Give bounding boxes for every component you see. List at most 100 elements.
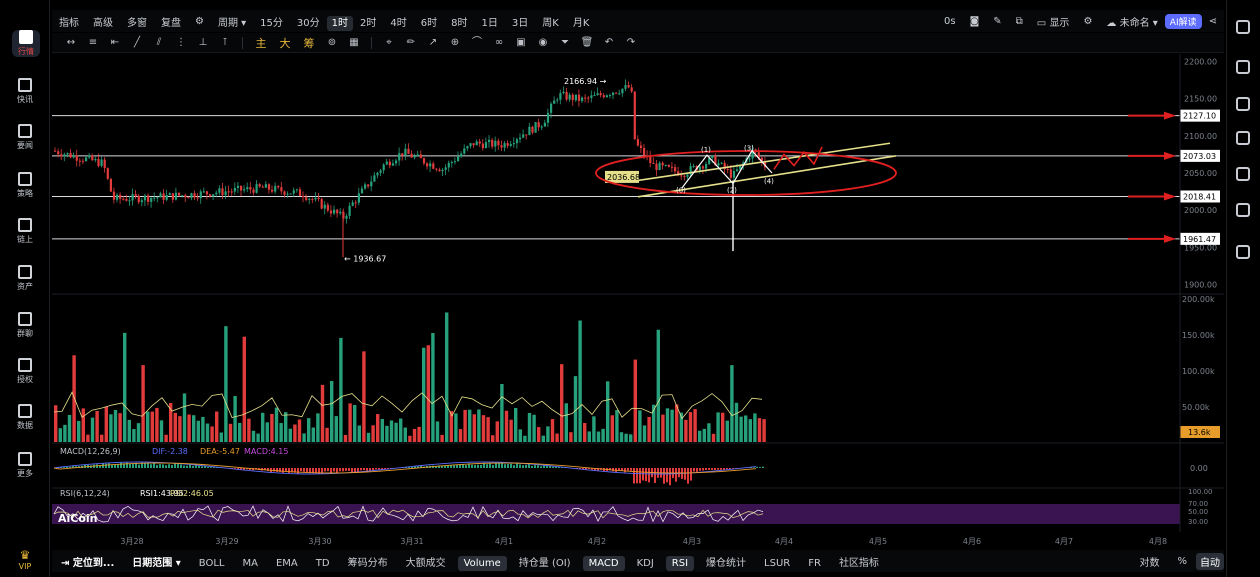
- sidebar-item-data[interactable]: 数据: [0, 404, 50, 431]
- indicator-tab-4[interactable]: 筹码分布: [339, 558, 397, 569]
- sidebar-item-more[interactable]: 更多: [0, 452, 50, 479]
- line-list-icon[interactable]: ≡: [82, 36, 104, 50]
- chart-toolbar: 指标 高级 多窗 复盘 ⚙ 周期 ▾ 15分 30分 1时 2时 4时 6时 8时 1日 3日周…: [52, 10, 1224, 32]
- locate-button[interactable]: ⇥ 定位到...: [52, 554, 123, 569]
- arrow-tool-icon[interactable]: ↗: [422, 36, 444, 50]
- candle-body: [596, 93, 599, 96]
- sidebar-item-news[interactable]: 要闻: [0, 124, 50, 151]
- indicator-tab-9[interactable]: KDJ: [628, 558, 663, 569]
- indicator-tab-0[interactable]: BOLL: [190, 558, 234, 569]
- candle-body: [587, 97, 590, 99]
- sidebar-item-strategy[interactable]: 策略: [0, 172, 50, 199]
- crosshair-icon[interactable]: ⌖: [378, 36, 400, 50]
- pattern-icon[interactable]: ∞: [488, 36, 510, 50]
- auto-scale-toggle[interactable]: 自动: [1196, 552, 1224, 570]
- indicator-tab-11[interactable]: 爆仓统计: [697, 558, 755, 569]
- measure-icon[interactable]: ⊥: [192, 36, 214, 50]
- volume-bar: [104, 406, 108, 442]
- indicator-tab-8[interactable]: MACD: [582, 555, 625, 571]
- display-button[interactable]: ▭ 显示: [1030, 14, 1077, 29]
- indicator-tab-10[interactable]: RSI: [665, 555, 695, 571]
- sidebar-item-wallet[interactable]: 资产: [0, 265, 50, 292]
- indicator-tab-5[interactable]: 大额成交: [397, 558, 455, 569]
- indicator-tab-12[interactable]: LSUR: [755, 558, 799, 569]
- interval-0[interactable]: 15分: [253, 18, 290, 29]
- calendar-icon[interactable]: ▦: [343, 36, 365, 50]
- candle-body: [100, 159, 103, 166]
- vip-button[interactable]: ♛ VIP: [0, 548, 50, 571]
- fib-icon[interactable]: ⋮: [170, 36, 192, 50]
- toolbar-advanced-button[interactable]: 高级: [86, 14, 120, 29]
- toolbar-multi-window-button[interactable]: 多窗: [120, 14, 154, 29]
- main-chart-toggle[interactable]: 主: [249, 35, 273, 51]
- sidebar-item-flash-news[interactable]: 快讯: [0, 78, 50, 105]
- candle-body: [385, 161, 388, 165]
- camera-icon[interactable]: ◙: [963, 16, 987, 27]
- interval-5[interactable]: 6时: [414, 18, 444, 29]
- macd-histogram-bar: [477, 464, 479, 468]
- percent-scale-toggle[interactable]: %: [1168, 556, 1196, 567]
- indicator-tab-2[interactable]: EMA: [267, 558, 307, 569]
- interval-1[interactable]: 30分: [290, 18, 327, 29]
- notes-icon[interactable]: [1236, 20, 1250, 34]
- swap-icon[interactable]: [1236, 245, 1250, 259]
- undo-icon[interactable]: ↶: [598, 36, 620, 50]
- interval-4[interactable]: 4时: [383, 18, 413, 29]
- indicator-tab-1[interactable]: MA: [234, 558, 267, 569]
- candle-body: [326, 204, 329, 211]
- redo-icon[interactable]: ↷: [620, 36, 642, 50]
- candle-body: [106, 168, 109, 179]
- toolbar-indicator-button[interactable]: 指标: [52, 14, 86, 29]
- interval-10[interactable]: 月K: [566, 18, 597, 29]
- image-icon[interactable]: ▣: [510, 36, 532, 50]
- ray-tool-icon[interactable]: ⇤: [104, 36, 126, 50]
- seconds-label[interactable]: 0s: [937, 16, 963, 27]
- filter-icon[interactable]: ⏷: [554, 36, 576, 50]
- indicator-tab-6[interactable]: Volume: [457, 555, 507, 571]
- price-chart[interactable]: 2200.002150.002100.002050.002000.001950.…: [52, 54, 1224, 549]
- sidebar-item-chat[interactable]: 群聊: [0, 312, 50, 339]
- toolbar-replay-button[interactable]: 复盘: [154, 14, 188, 29]
- alert-icon[interactable]: ⊚: [321, 36, 343, 50]
- pencil-icon[interactable]: ✏: [400, 36, 422, 50]
- indicator-tab-14[interactable]: 社区指标: [830, 558, 888, 569]
- interval-6[interactable]: 8时: [444, 18, 474, 29]
- layout-name-dropdown[interactable]: ☁ 未命名 ▾: [1099, 14, 1164, 29]
- layout-icon[interactable]: [1236, 60, 1250, 74]
- log-scale-toggle[interactable]: 对数: [1130, 554, 1168, 569]
- indicator-tab-13[interactable]: FR: [799, 558, 830, 569]
- price-list-icon[interactable]: [1236, 97, 1250, 111]
- period-dropdown[interactable]: 周期 ▾: [211, 14, 253, 29]
- candle-body: [612, 92, 615, 96]
- text-tool-icon[interactable]: ⊺: [214, 36, 236, 50]
- sidebar-item-chart-bars[interactable]: 行情: [12, 30, 40, 57]
- chip-toggle[interactable]: 筹: [297, 35, 321, 51]
- gear-icon[interactable]: ⚙: [1076, 16, 1099, 27]
- indicator-tab-7[interactable]: 持仓量 (OI): [510, 558, 580, 569]
- interval-9[interactable]: 周K: [535, 18, 566, 29]
- interval-7[interactable]: 1日: [475, 18, 505, 29]
- settings-icon[interactable]: ⚙: [188, 16, 211, 27]
- edit-icon[interactable]: ✎: [986, 16, 1008, 27]
- sidebar-item-key[interactable]: 授权: [0, 358, 50, 385]
- big-order-toggle[interactable]: 大: [273, 35, 297, 51]
- parallel-channel-icon[interactable]: ⫽: [148, 36, 170, 50]
- magnet-icon[interactable]: ⌒: [466, 36, 488, 50]
- cursor-tool-icon[interactable]: ↔: [60, 36, 82, 50]
- indicator-tab-3[interactable]: TD: [307, 558, 339, 569]
- order-book-icon[interactable]: [1236, 131, 1250, 145]
- ai-interpret-button[interactable]: AI解读: [1164, 13, 1202, 29]
- copy-icon[interactable]: ⧉: [1009, 16, 1030, 27]
- interval-8[interactable]: 3日: [505, 18, 535, 29]
- trades-icon[interactable]: [1236, 167, 1250, 181]
- interval-2[interactable]: 1时: [326, 15, 354, 31]
- share-icon[interactable]: ⋖: [1202, 16, 1224, 27]
- sidebar-item-chain[interactable]: 链上: [0, 218, 50, 245]
- date-range-dropdown[interactable]: 日期范围 ▾: [123, 554, 190, 569]
- trash-icon[interactable]: 🗑: [576, 36, 598, 50]
- interval-3[interactable]: 2时: [353, 18, 383, 29]
- trend-line-icon[interactable]: ╱: [126, 36, 148, 50]
- depth-icon[interactable]: [1236, 203, 1250, 217]
- eye-icon[interactable]: ◉: [532, 36, 554, 50]
- zoom-icon[interactable]: ⊕: [444, 36, 466, 50]
